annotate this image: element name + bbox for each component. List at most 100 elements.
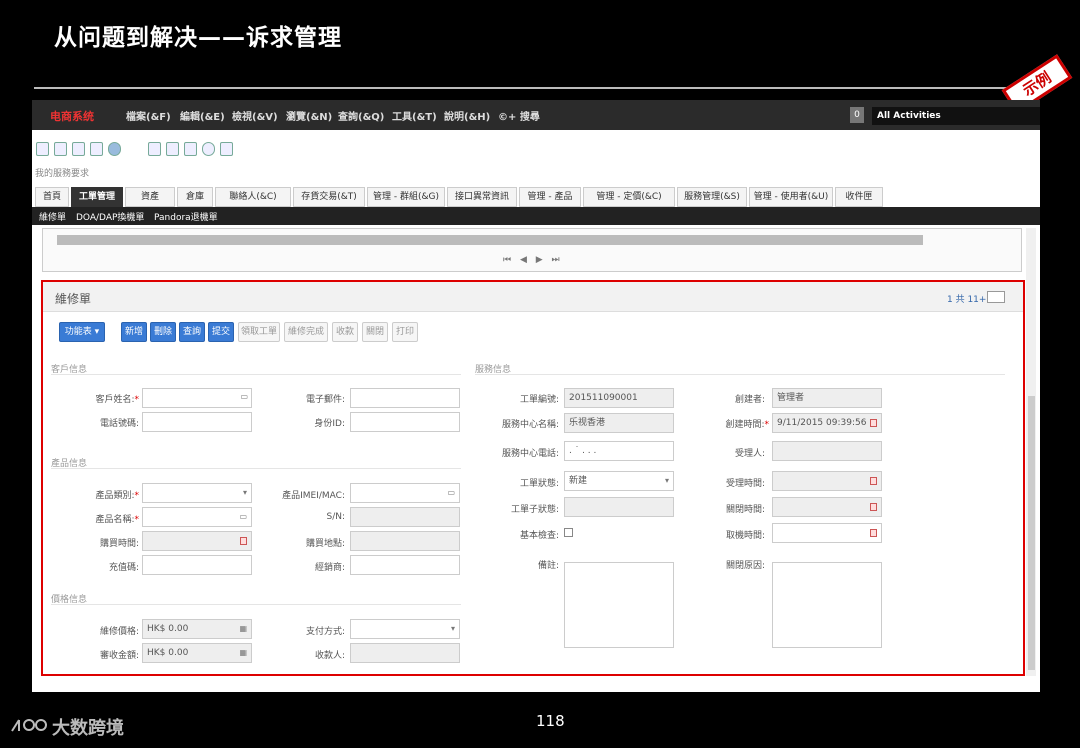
calculator-icon[interactable]: ▦ [239, 620, 247, 638]
tab-contacts[interactable]: 聯絡人(&C) [215, 187, 291, 207]
tab-assets[interactable]: 資產 [125, 187, 175, 207]
creator-label: 創建者: [734, 395, 765, 405]
repair-complete-button[interactable]: 維修完成 [284, 322, 328, 342]
subtab-repair-order[interactable]: 維修單 [39, 210, 66, 223]
payment-method-select[interactable]: ▾ [350, 619, 460, 639]
close-reason-textarea[interactable] [772, 562, 882, 648]
chart-icon[interactable] [220, 142, 233, 156]
tab-inbox[interactable]: 收件匣 [835, 187, 883, 207]
query-button[interactable]: 查詢 [179, 322, 205, 342]
payee-input[interactable] [350, 643, 460, 663]
calendar-icon[interactable] [240, 537, 247, 545]
created-time-input[interactable]: 9/11/2015 09:39:56 [772, 413, 882, 433]
globe-icon[interactable] [108, 142, 121, 156]
copy-record-icon[interactable] [90, 142, 103, 156]
subtab-pandora-return[interactable]: Pandora退機單 [154, 210, 218, 223]
tab-product-management[interactable]: 管理 - 產品 [519, 187, 581, 207]
layout-toggle-button[interactable] [987, 291, 1005, 303]
menu-browse[interactable]: 瀏覽(&N) [286, 108, 332, 123]
purchase-time-input[interactable] [142, 531, 252, 551]
menu-view[interactable]: 檢視(&V) [232, 108, 278, 123]
basic-check-checkbox[interactable] [564, 528, 573, 537]
new-record-icon[interactable] [72, 142, 85, 156]
print-icon[interactable] [184, 142, 197, 156]
ticket-number-input[interactable]: 201511090001 [564, 388, 674, 408]
close-button[interactable]: 關閉 [362, 322, 388, 342]
service-center-phone-input[interactable]: . ˙ . . . [564, 441, 674, 461]
product-name-input[interactable]: ▭ [142, 507, 252, 527]
receivable-amount-input[interactable]: HK$ 0.00 ▦ [142, 643, 252, 663]
menu-query[interactable]: 查詢(&Q) [338, 108, 384, 123]
phone-input[interactable] [142, 412, 252, 432]
document-icon[interactable] [148, 142, 161, 156]
calculator-icon[interactable]: ▦ [239, 644, 247, 662]
vertical-scrollbar-thumb[interactable] [1028, 396, 1035, 670]
email-input[interactable] [350, 388, 460, 408]
creator-input[interactable]: 管理者 [772, 388, 882, 408]
id-input[interactable] [350, 412, 460, 432]
tab-service-management[interactable]: 服務管理(&S) [677, 187, 747, 207]
breadcrumb[interactable]: 我的服務要求 [35, 166, 89, 179]
handler-input[interactable] [772, 441, 882, 461]
sn-input[interactable] [350, 507, 460, 527]
app-logo: 电商系统 [50, 110, 94, 123]
calendar-icon[interactable] [870, 419, 877, 427]
form-header: 維修單 1 共 11+ [43, 282, 1023, 312]
print-button[interactable]: 打印 [392, 322, 418, 342]
record-pager[interactable]: ⏮ ◀ ▶ ⏭ [503, 255, 563, 265]
new-button[interactable]: 新增 [121, 322, 147, 342]
imei-input[interactable]: ▭ [350, 483, 460, 503]
submit-button[interactable]: 提交 [208, 322, 234, 342]
activity-counter: 0 [850, 107, 864, 123]
menu-help[interactable]: 說明(&H) [444, 108, 490, 123]
menu-file[interactable]: 檔案(&F) [126, 108, 171, 123]
repair-price-label: 維修價格: [99, 627, 139, 637]
tab-home[interactable]: 首頁 [35, 187, 69, 207]
collect-payment-button[interactable]: 收款 [332, 322, 358, 342]
activities-dropdown[interactable]: All Activities [872, 107, 1040, 125]
slide-title: 从问题到解决——诉求管理 [54, 25, 342, 51]
purchase-time-label: 購買時間: [99, 539, 139, 549]
service-center-name-input[interactable]: 乐视香港 [564, 413, 674, 433]
tab-interface-exceptions[interactable]: 接口異常資訊 [447, 187, 517, 207]
close-time-label: 關閉時間: [725, 505, 765, 515]
purchase-place-input[interactable] [350, 531, 460, 551]
menu-button[interactable]: 功能表 ▾ [59, 322, 105, 342]
dealer-input[interactable] [350, 555, 460, 575]
title-divider [34, 87, 1034, 89]
section-divider [51, 468, 461, 469]
ticket-substatus-input[interactable] [564, 497, 674, 517]
pickup-time-input[interactable] [772, 523, 882, 543]
contact-card-icon[interactable]: ▭ [142, 388, 252, 408]
tab-user-management[interactable]: 管理 - 使用者(&U) [749, 187, 833, 207]
calendar-icon[interactable] [870, 477, 877, 485]
accept-time-input[interactable] [772, 471, 882, 491]
claim-ticket-button[interactable]: 領取工單 [238, 322, 280, 342]
section-divider [51, 374, 461, 375]
remarks-textarea[interactable] [564, 562, 674, 648]
ticket-status-select[interactable]: 新建 ▾ [564, 471, 674, 491]
list-icon[interactable] [166, 142, 179, 156]
menu-search[interactable]: ©+ 搜尋 [498, 108, 540, 123]
subtab-doa-dap-exchange[interactable]: DOA/DAP換機單 [76, 210, 144, 223]
tab-warehouse[interactable]: 倉庫 [177, 187, 213, 207]
tab-group-management[interactable]: 管理 - 群組(&G) [367, 187, 445, 207]
list-panel: ⏮ ◀ ▶ ⏭ [42, 228, 1022, 272]
menu-edit[interactable]: 編輯(&E) [180, 108, 225, 123]
delete-button[interactable]: 刪除 [150, 322, 176, 342]
find-next-icon[interactable] [54, 142, 67, 156]
menu-tools[interactable]: 工具(&T) [392, 108, 437, 123]
calendar-icon[interactable] [870, 503, 877, 511]
tab-pricing-management[interactable]: 管理 - 定價(&C) [583, 187, 675, 207]
close-time-input[interactable] [772, 497, 882, 517]
recharge-code-input[interactable] [142, 555, 252, 575]
tab-ticket-management[interactable]: 工單管理 [71, 187, 123, 207]
tab-inventory-transactions[interactable]: 存貨交易(&T) [293, 187, 365, 207]
clock-icon[interactable] [202, 142, 215, 156]
horizontal-scrollbar[interactable] [57, 235, 923, 245]
calendar-icon[interactable] [870, 529, 877, 537]
repair-price-input[interactable]: HK$ 0.00 ▦ [142, 619, 252, 639]
find-icon[interactable] [36, 142, 49, 156]
section-divider [475, 374, 1005, 375]
product-category-select[interactable]: ▾ [142, 483, 252, 503]
